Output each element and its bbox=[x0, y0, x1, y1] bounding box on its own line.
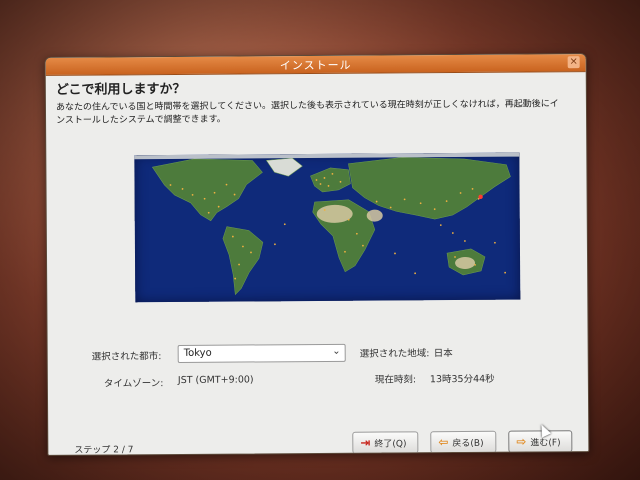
region-label: 選択された地域: bbox=[359, 348, 430, 360]
close-icon[interactable]: × bbox=[567, 56, 580, 69]
window-content: どこで利用しますか？ あなたの住んでいる国と時間帯を選択してください。選択した後… bbox=[46, 72, 589, 456]
timezone-value: JST (GMT+9:00) bbox=[177, 374, 254, 386]
city-combobox[interactable]: Tokyo ⌄ bbox=[177, 343, 346, 363]
current-time-label: 現在時刻: bbox=[374, 374, 417, 386]
timezone-label: タイムゾーン: bbox=[103, 378, 164, 390]
chevron-down-icon[interactable]: ⌄ bbox=[332, 346, 340, 357]
current-time-value: 13時35分44秒 bbox=[429, 373, 495, 386]
city-value: Tokyo bbox=[183, 347, 212, 359]
back-button-label: 戻る(B) bbox=[452, 438, 484, 449]
greenland-shape bbox=[265, 157, 303, 177]
world-map[interactable] bbox=[134, 152, 521, 303]
page-description: あなたの住んでいる国と時間帯を選択してください。選択した後も表示されている現在時… bbox=[55, 99, 559, 126]
selected-city-marker bbox=[478, 194, 483, 200]
forward-button-label: 進む(F) bbox=[530, 437, 561, 449]
arrow-right-icon: ⇨ bbox=[516, 434, 527, 449]
north-america-shape bbox=[151, 158, 263, 222]
region-value: 日本 bbox=[433, 348, 453, 360]
back-button[interactable]: ⇦ 戻る(B) bbox=[430, 430, 497, 454]
step-indicator: ステップ 2 / 7 bbox=[74, 445, 134, 456]
quit-button[interactable]: ⇥ 終了(Q) bbox=[352, 431, 419, 454]
installer-window: インストール × どこで利用しますか？ あなたの住んでいる国と時間帯を選択してく… bbox=[44, 53, 590, 456]
south-america-shape bbox=[222, 226, 264, 296]
arabia-shape bbox=[366, 209, 383, 222]
quit-icon: ⇥ bbox=[360, 435, 371, 450]
arctic-ice-shape bbox=[134, 152, 520, 160]
city-label: 選択された都市: bbox=[91, 351, 162, 363]
arrow-left-icon: ⇦ bbox=[438, 435, 449, 450]
quit-button-label: 終了(Q) bbox=[374, 438, 407, 450]
page-title: どこで利用しますか？ bbox=[55, 81, 186, 98]
